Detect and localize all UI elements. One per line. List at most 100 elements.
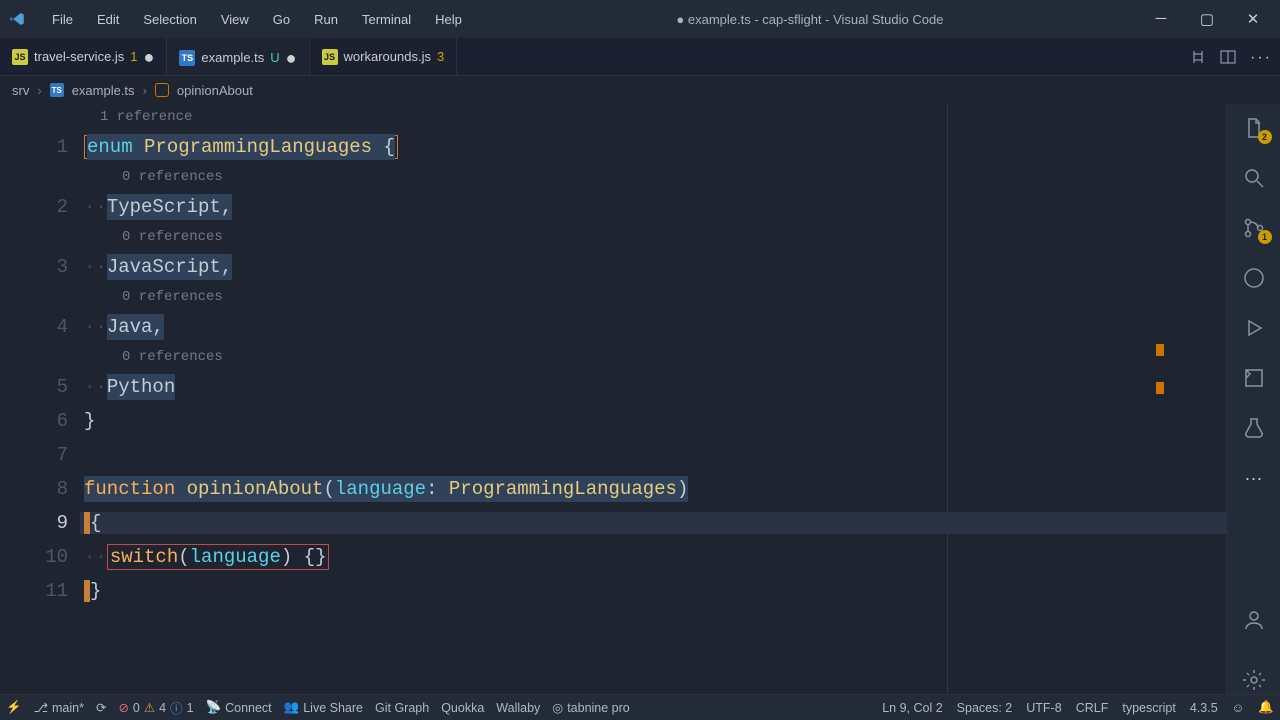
function-icon [155, 83, 169, 97]
info-icon: ⓘ [170, 698, 183, 717]
line-number: 10 [0, 546, 80, 568]
enum-member: TypeScript, [107, 196, 232, 218]
code-line[interactable]: 1 enum ProgrammingLanguages { [0, 130, 1226, 164]
liveshare-status[interactable]: 👥 Live Share [284, 700, 363, 715]
code-line[interactable]: 5 ··Python [0, 370, 1226, 404]
code-line[interactable]: 3 ··JavaScript, [0, 250, 1226, 284]
codelens-reference[interactable]: 0 references [0, 344, 1226, 370]
explorer-icon[interactable]: 2 [1240, 114, 1268, 142]
tab-badge: 3 [437, 49, 444, 64]
breadcrumb-symbol[interactable]: opinionAbout [177, 83, 253, 98]
eol-status[interactable]: CRLF [1076, 701, 1109, 715]
paren: ) [677, 478, 688, 500]
code-line[interactable]: 7 [0, 438, 1226, 472]
testing-icon[interactable] [1240, 414, 1268, 442]
tab-label: workarounds.js [344, 49, 431, 64]
codelens-reference[interactable]: 0 references [0, 284, 1226, 310]
problems[interactable]: ⊘0 ⚠4 ⓘ1 [118, 698, 193, 717]
indent-guide: ·· [84, 316, 107, 338]
error-count: 0 [133, 701, 140, 715]
breadcrumb[interactable]: srv › TS example.ts › opinionAbout [0, 76, 1280, 104]
menu-edit[interactable]: Edit [87, 8, 129, 31]
bell-icon[interactable]: 🔔 [1258, 700, 1274, 715]
line-number: 1 [0, 136, 80, 158]
line-number: 3 [0, 256, 80, 278]
js-icon: JS [322, 49, 338, 65]
tabnine-status[interactable]: ◎ tabnine pro [552, 700, 629, 715]
code-line[interactable]: 11 } [0, 574, 1226, 608]
run-debug-icon[interactable] [1240, 314, 1268, 342]
breadcrumb-folder[interactable]: srv [12, 83, 29, 98]
status-bar: ⚡ ⎇main* ⟳ ⊘0 ⚠4 ⓘ1 📡 Connect 👥 Live Sha… [0, 694, 1280, 720]
codelens-reference[interactable]: 1 reference [0, 104, 1226, 130]
code-line[interactable]: 4 ··Java, [0, 310, 1226, 344]
search-icon[interactable] [1240, 164, 1268, 192]
code-line[interactable]: 6 } [0, 404, 1226, 438]
menu-file[interactable]: File [42, 8, 83, 31]
encoding-status[interactable]: UTF-8 [1026, 701, 1061, 715]
breadcrumb-file[interactable]: example.ts [72, 83, 135, 98]
chevron-right-icon: › [143, 83, 147, 98]
info-count: 1 [187, 701, 194, 715]
compare-icon[interactable] [1190, 49, 1206, 65]
tab-workarounds[interactable]: JS workarounds.js 3 [310, 38, 458, 75]
tab-travel-service[interactable]: JS travel-service.js 1 ● [0, 38, 167, 75]
window-controls: ─ ▢ ✕ [1148, 10, 1272, 28]
maximize-button[interactable]: ▢ [1194, 10, 1220, 28]
remote-indicator[interactable]: ⚡ [6, 700, 22, 715]
brace: { [90, 512, 101, 534]
minimap[interactable] [1156, 104, 1226, 694]
line-number: 6 [0, 410, 80, 432]
menu-run[interactable]: Run [304, 8, 348, 31]
line-number: 8 [0, 478, 80, 500]
paren: ( [178, 546, 189, 568]
indent-guide: ·· [84, 256, 107, 278]
badge: 2 [1258, 130, 1272, 144]
remote-icon[interactable] [1240, 364, 1268, 392]
connect-status[interactable]: 📡 Connect [206, 700, 272, 715]
menu-view[interactable]: View [211, 8, 259, 31]
minimize-button[interactable]: ─ [1148, 10, 1174, 28]
code-line[interactable]: 10 ··switch(language) {} [0, 540, 1226, 574]
more-icon[interactable]: ··· [1250, 49, 1266, 65]
badge: 1 [1258, 230, 1272, 244]
settings-gear-icon[interactable] [1240, 666, 1268, 694]
ruler [947, 104, 948, 694]
more-icon[interactable]: ··· [1240, 464, 1268, 492]
code-line[interactable]: 2 ··TypeScript, [0, 190, 1226, 224]
code-line[interactable]: 8 function opinionAbout(language: Progra… [0, 472, 1226, 506]
menu-help[interactable]: Help [425, 8, 472, 31]
paren: ) [281, 546, 292, 568]
indent-status[interactable]: Spaces: 2 [957, 701, 1013, 715]
codelens-reference[interactable]: 0 references [0, 224, 1226, 250]
line-number: 2 [0, 196, 80, 218]
git-branch[interactable]: ⎇main* [34, 700, 84, 715]
source-control-icon[interactable]: 1 [1240, 214, 1268, 242]
account-icon[interactable] [1240, 606, 1268, 634]
close-button[interactable]: ✕ [1240, 10, 1266, 28]
codelens-reference[interactable]: 0 references [0, 164, 1226, 190]
warning-icon: ⚠ [144, 700, 155, 715]
indent-guide: ·· [84, 376, 107, 398]
gitgraph-status[interactable]: Git Graph [375, 701, 429, 715]
branch-name: main* [52, 701, 84, 715]
vscode-icon [8, 10, 26, 28]
tab-example[interactable]: TS example.ts U ● [167, 38, 309, 75]
sync-icon[interactable]: ⟳ [96, 700, 106, 715]
menu-selection[interactable]: Selection [133, 8, 206, 31]
github-icon[interactable] [1240, 264, 1268, 292]
chevron-right-icon: › [37, 83, 41, 98]
feedback-icon[interactable]: ☺ [1232, 701, 1245, 715]
split-editor-icon[interactable] [1220, 49, 1236, 65]
language-status[interactable]: typescript [1122, 701, 1176, 715]
indent-guide: ·· [84, 196, 107, 218]
editor[interactable]: 1 reference 1 enum ProgrammingLanguages … [0, 104, 1226, 694]
quokka-status[interactable]: Quokka [441, 701, 484, 715]
window-title: ● example.ts - cap-sflight - Visual Stud… [472, 12, 1148, 27]
wallaby-status[interactable]: Wallaby [496, 701, 540, 715]
cursor-position[interactable]: Ln 9, Col 2 [882, 701, 942, 715]
menu-terminal[interactable]: Terminal [352, 8, 421, 31]
ts-version[interactable]: 4.3.5 [1190, 701, 1218, 715]
menu-go[interactable]: Go [263, 8, 300, 31]
code-line-current[interactable]: 9 { [0, 506, 1226, 540]
